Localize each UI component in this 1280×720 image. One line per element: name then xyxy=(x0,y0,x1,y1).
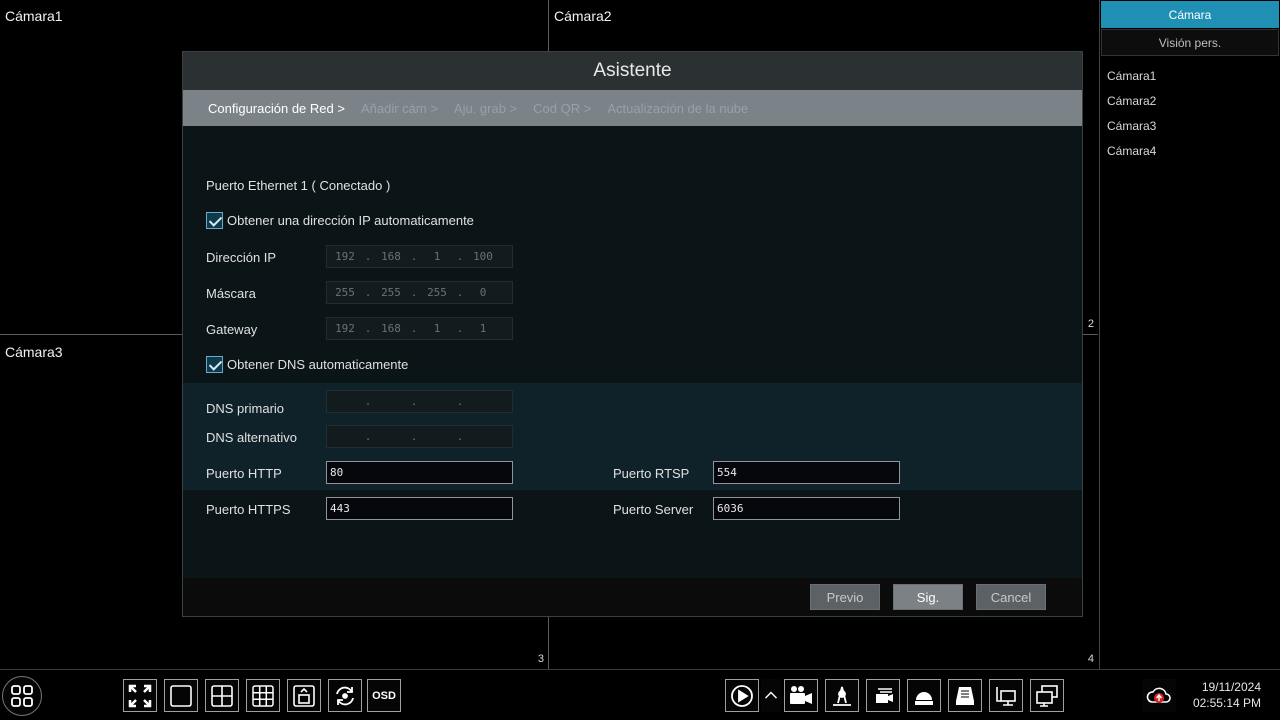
setup-wizard-dialog: Asistente Configuración de Red > Añadir … xyxy=(182,51,1083,617)
network-config-form: Puerto Ethernet 1 ( Conectado ) Obtener … xyxy=(183,126,1082,578)
osd-button[interactable]: OSD xyxy=(367,679,401,712)
step-network-config[interactable]: Configuración de Red > xyxy=(208,101,345,116)
camera-1-label: Cámara1 xyxy=(5,8,63,24)
quad-screen-icon xyxy=(211,684,233,707)
dialog-title: Asistente xyxy=(183,52,1082,90)
layout-9-button[interactable] xyxy=(246,679,280,712)
gateway-label: Gateway xyxy=(206,322,258,337)
dns-alt-label: DNS alternativo xyxy=(206,430,298,445)
dome-camera-icon xyxy=(915,691,933,705)
gateway-field: 192. 168. 1. 1 xyxy=(326,317,513,340)
layout-1-button[interactable] xyxy=(164,679,198,712)
camera-3-number: 3 xyxy=(537,653,544,665)
server-port-label: Puerto Server xyxy=(613,502,694,517)
tab-camera[interactable]: Cámara xyxy=(1101,1,1279,28)
http-port-label: Puerto HTTP xyxy=(206,466,282,481)
ip-address-field: 192. 168. 1. 100 xyxy=(326,245,513,268)
step-cloud-update: Actualización de la nube xyxy=(607,100,749,116)
picture-in-picture-icon xyxy=(293,684,315,707)
dialog-footer: Previo Sig. Cancel xyxy=(183,578,1082,616)
record-button[interactable] xyxy=(784,679,818,712)
grid-menu-icon xyxy=(11,685,33,707)
camera-side-panel: Cámara Visión pers. Cámara1 Cámara2 Cáma… xyxy=(1099,0,1280,669)
auto-ip-label: Obtener una dirección IP automaticamente xyxy=(227,213,474,228)
camera-list-item[interactable]: Cámara4 xyxy=(1100,139,1280,164)
cloud-upgrade-button[interactable] xyxy=(1142,679,1176,712)
tab-custom-view[interactable]: Visión pers. xyxy=(1101,29,1279,56)
step-qr-code: Cod QR > xyxy=(533,100,592,116)
auto-dns-checkbox[interactable] xyxy=(206,356,223,373)
camera-2-number: 2 xyxy=(1087,318,1094,330)
auto-dns-label: Obtener DNS automaticamente xyxy=(227,357,409,372)
expand-toolbar-button[interactable] xyxy=(761,679,781,712)
sequence-button[interactable] xyxy=(328,679,362,712)
network-button[interactable] xyxy=(989,679,1023,712)
fullscreen-button[interactable] xyxy=(123,679,157,712)
video-camera-icon xyxy=(790,685,812,704)
ethernet-status: Puerto Ethernet 1 ( Conectado ) xyxy=(206,178,391,193)
rtsp-port-input[interactable]: 554 xyxy=(713,461,900,484)
play-icon xyxy=(731,684,753,707)
nine-screen-icon xyxy=(252,684,274,707)
step-record-settings: Aju. grab > xyxy=(453,100,518,116)
rtsp-port-label: Puerto RTSP xyxy=(613,466,690,481)
camera-2-label: Cámara2 xyxy=(554,8,612,24)
previous-button[interactable]: Previo xyxy=(810,584,880,610)
camera-list-item[interactable]: Cámara2 xyxy=(1100,89,1280,114)
auto-ip-option[interactable]: Obtener una dirección IP automaticamente xyxy=(206,212,474,229)
camera-list: Cámara1 Cámara2 Cámara3 Cámara4 xyxy=(1100,64,1280,164)
step-add-camera: Añadir cám > xyxy=(360,100,438,116)
camera-list-item[interactable]: Cámara1 xyxy=(1100,64,1280,89)
clock-date: 19/11/2024 xyxy=(1201,680,1261,694)
dns-primary-field: . . . xyxy=(326,390,513,413)
playback-button[interactable] xyxy=(725,679,759,712)
dns-primary-label: DNS primario xyxy=(206,401,285,416)
display-button[interactable] xyxy=(1030,679,1064,712)
network-icon xyxy=(996,686,1016,706)
system-clock: 19/11/2024 02:55:14 PM xyxy=(1193,679,1261,711)
cloud-upload-icon xyxy=(1146,687,1171,703)
person-alert-icon xyxy=(833,686,851,706)
fullscreen-icon xyxy=(128,684,152,707)
monitors-icon xyxy=(1036,684,1058,707)
bottom-taskbar: OSD 19/11/2024 02:55:14 PM xyxy=(0,669,1280,720)
wizard-steps: Configuración de Red > Añadir cám > Aju.… xyxy=(183,90,1082,126)
disk-button[interactable] xyxy=(948,679,982,712)
https-port-label: Puerto HTTPS xyxy=(206,502,291,517)
ptz-button[interactable] xyxy=(866,679,900,712)
chevron-up-icon xyxy=(764,691,778,699)
mask-field: 255. 255. 255. 0 xyxy=(326,281,513,304)
storage-icon xyxy=(956,686,974,705)
ip-address-label: Dirección IP xyxy=(206,250,277,265)
http-port-input[interactable]: 80 xyxy=(326,461,513,484)
rotate-icon xyxy=(336,686,354,705)
camera-4-number: 4 xyxy=(1087,653,1094,665)
https-port-input[interactable]: 443 xyxy=(326,497,513,520)
dns-alt-field: . . . xyxy=(326,425,513,448)
camera-3-label: Cámara3 xyxy=(5,344,63,360)
server-port-input[interactable]: 6036 xyxy=(713,497,900,520)
camera-list-item[interactable]: Cámara3 xyxy=(1100,114,1280,139)
clock-time: 02:55:14 PM xyxy=(1192,696,1261,710)
layout-4-button[interactable] xyxy=(205,679,239,712)
auto-dns-option[interactable]: Obtener DNS automaticamente xyxy=(206,356,408,373)
camera-stack-icon xyxy=(876,687,893,703)
next-button[interactable]: Sig. xyxy=(893,584,963,610)
layout-custom-button[interactable] xyxy=(287,679,321,712)
auto-ip-checkbox[interactable] xyxy=(206,212,223,229)
dome-camera-button[interactable] xyxy=(907,679,941,712)
alarm-button[interactable] xyxy=(825,679,859,712)
cancel-button[interactable]: Cancel xyxy=(976,584,1046,610)
mask-label: Máscara xyxy=(206,286,256,301)
single-screen-icon xyxy=(170,684,192,707)
start-menu-button[interactable] xyxy=(2,676,42,716)
